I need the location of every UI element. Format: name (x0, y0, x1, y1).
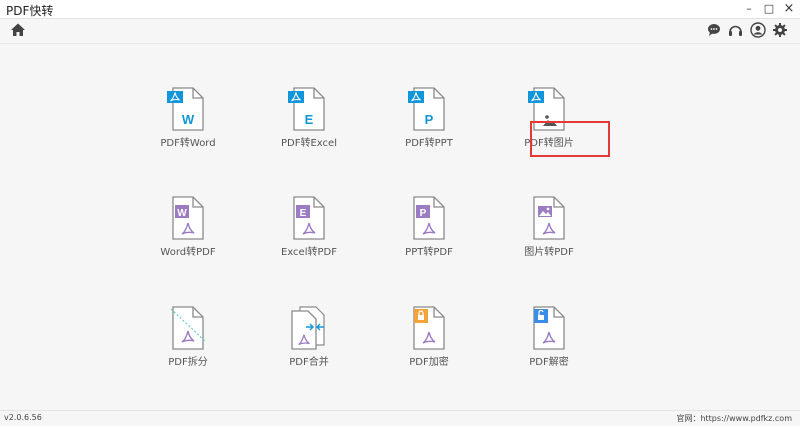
maximize-button[interactable]: □ (762, 1, 776, 17)
image-to-pdf-icon (533, 196, 565, 240)
svg-text:W: W (177, 208, 187, 219)
tool-image-to-pdf[interactable]: 图片转PDF (494, 195, 604, 275)
tool-pdf-decrypt[interactable]: PDF解密 (494, 305, 604, 385)
tool-label: PDF转PPT (405, 138, 453, 149)
headset-icon[interactable] (728, 23, 743, 37)
tool-pdf-to-word[interactable]: W PDF转Word (133, 86, 243, 166)
pdf-split-icon (170, 306, 206, 350)
tool-label: PDF加密 (409, 357, 449, 368)
ppt-to-pdf-icon: P (413, 196, 445, 240)
tool-ppt-to-pdf[interactable]: P PPT转PDF (374, 195, 484, 275)
tool-pdf-to-ppt[interactable]: P PDF转PPT (374, 86, 484, 166)
tool-label: PDF拆分 (168, 357, 208, 368)
selection-highlight (530, 121, 610, 157)
toolbar (0, 19, 800, 44)
svg-text:P: P (420, 208, 427, 219)
title-bar: PDF快转 – □ × (0, 0, 800, 19)
svg-text:E: E (300, 208, 307, 219)
tool-label: PDF转Word (160, 138, 216, 149)
pdf-merge-icon (291, 306, 325, 350)
status-bar: v2.0.6.56 官网：https://www.pdfkz.com (0, 410, 800, 426)
svg-text:E: E (305, 112, 314, 127)
version-label: v2.0.6.56 (4, 413, 42, 422)
chat-icon[interactable] (707, 23, 721, 37)
tool-label: PDF合并 (289, 357, 329, 368)
tool-label: PDF转Excel (281, 138, 337, 149)
tool-label: PDF解密 (529, 357, 569, 368)
pdf-encrypt-icon (413, 306, 445, 350)
tool-pdf-split[interactable]: PDF拆分 (133, 305, 243, 385)
pdf-decrypt-icon (533, 306, 565, 350)
pdf-to-excel-icon: E (288, 87, 325, 131)
tool-excel-to-pdf[interactable]: E Excel转PDF (254, 195, 364, 275)
tool-label: Word转PDF (160, 247, 216, 258)
minimize-button[interactable]: – (742, 1, 756, 17)
svg-text:W: W (182, 112, 195, 127)
user-icon[interactable] (750, 22, 766, 38)
pdf-to-word-icon: W (167, 87, 204, 131)
window-title: PDF快转 (6, 4, 54, 18)
tool-label: 图片转PDF (524, 247, 574, 258)
gear-icon[interactable] (772, 22, 788, 38)
tool-label: Excel转PDF (281, 247, 337, 258)
word-to-pdf-icon: W (172, 196, 204, 240)
home-icon[interactable] (10, 22, 26, 38)
pdf-to-ppt-icon: P (408, 87, 445, 131)
tool-pdf-merge[interactable]: PDF合并 (254, 305, 364, 385)
svg-text:P: P (425, 112, 434, 127)
tool-label: PPT转PDF (405, 247, 453, 258)
tool-pdf-encrypt[interactable]: PDF加密 (374, 305, 484, 385)
website-label: 官网：https://www.pdfkz.com (676, 414, 792, 423)
close-button[interactable]: × (782, 1, 796, 17)
excel-to-pdf-icon: E (293, 196, 325, 240)
tool-pdf-to-excel[interactable]: E PDF转Excel (254, 86, 364, 166)
tool-word-to-pdf[interactable]: W Word转PDF (133, 195, 243, 275)
